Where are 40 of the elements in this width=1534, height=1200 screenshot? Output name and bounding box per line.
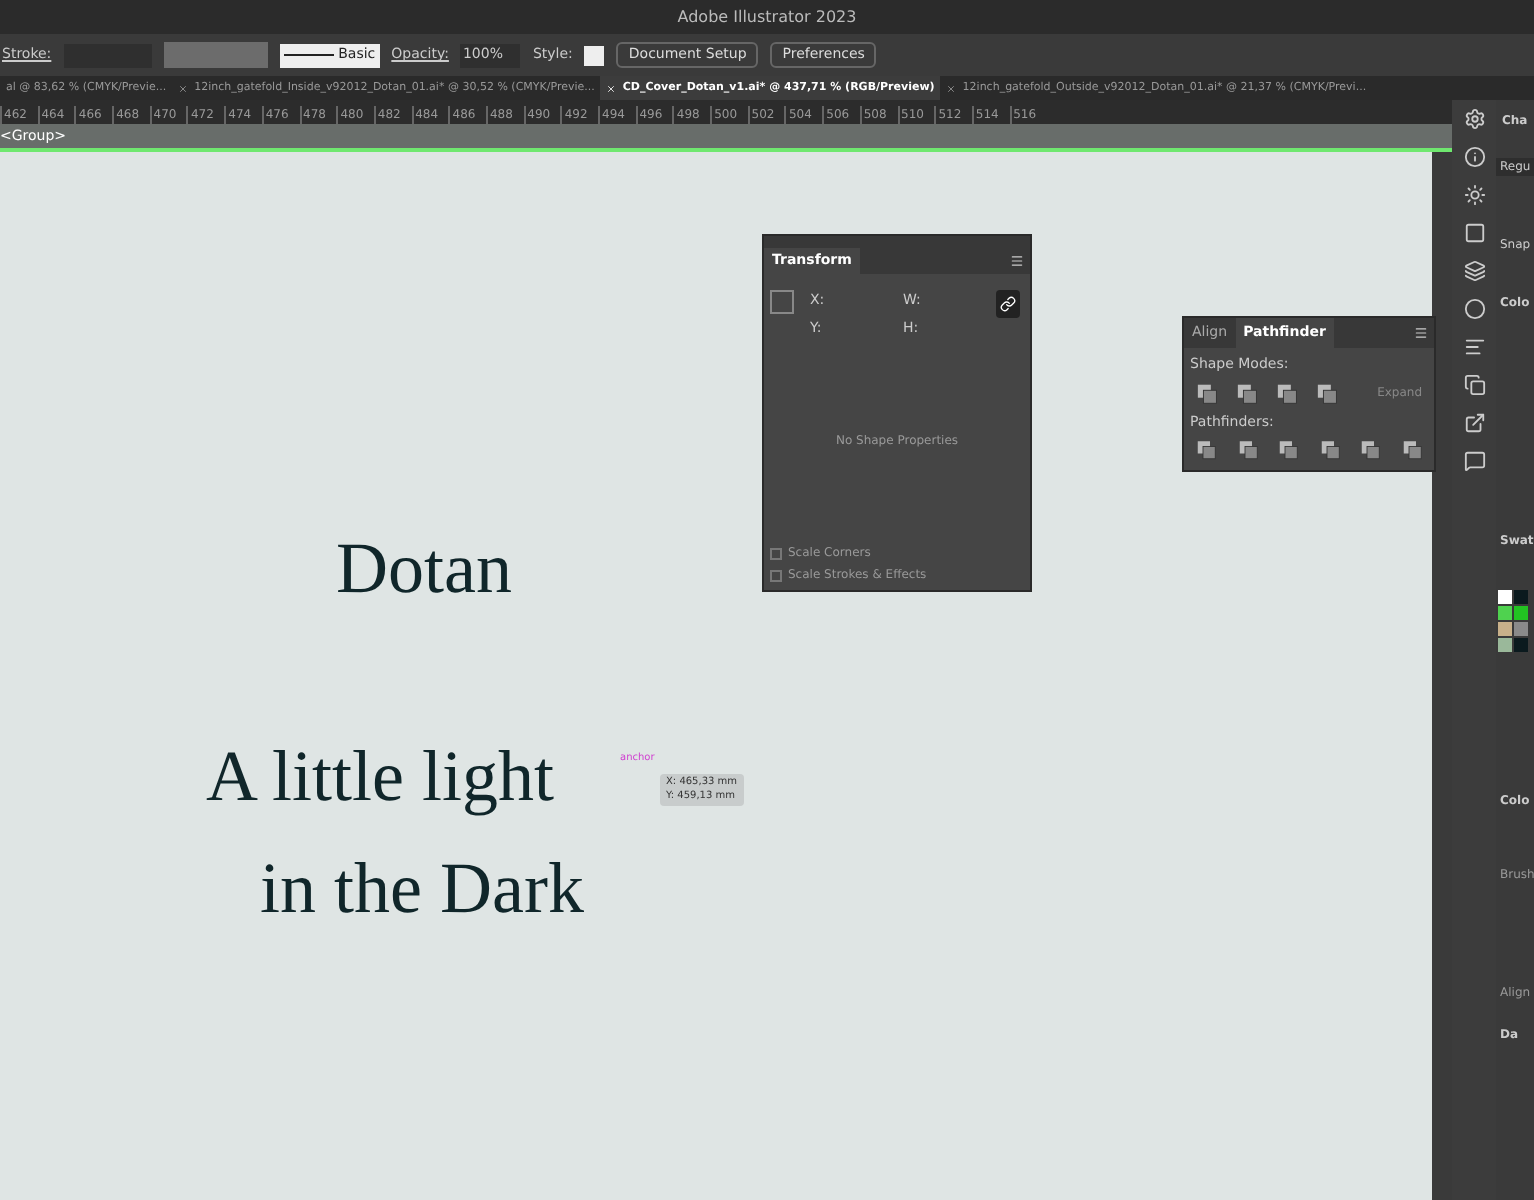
minus-back-icon[interactable]	[1401, 438, 1422, 462]
gear-icon[interactable]	[1463, 108, 1485, 130]
menu-icon[interactable]	[1010, 254, 1024, 268]
circle-icon[interactable]	[1463, 298, 1485, 320]
info-icon[interactable]	[1463, 146, 1485, 168]
crop-icon[interactable]	[1319, 438, 1340, 462]
vertical-scrollbar[interactable]	[1432, 152, 1452, 1200]
color-swatch[interactable]	[1498, 638, 1512, 652]
trim-icon[interactable]	[1237, 438, 1258, 462]
merge-icon[interactable]	[1278, 438, 1299, 462]
square-icon[interactable]	[1463, 222, 1485, 244]
pathfinder-icon[interactable]	[1463, 374, 1485, 396]
reference-point-icon[interactable]	[770, 290, 794, 314]
minus-front-icon[interactable]	[1236, 381, 1259, 405]
outline-icon[interactable]	[1360, 438, 1381, 462]
color-swatch[interactable]	[1514, 622, 1528, 636]
checkbox[interactable]	[770, 569, 782, 581]
artwork-text: in the Dark	[260, 848, 584, 928]
intersect-icon[interactable]	[1276, 381, 1299, 405]
divide-icon[interactable]	[1196, 438, 1217, 462]
color-swatch[interactable]	[1514, 638, 1528, 652]
color-swatch[interactable]	[1498, 590, 1512, 604]
color-swatch[interactable]	[1514, 590, 1528, 604]
color-swatch[interactable]	[1514, 606, 1528, 620]
link-icon[interactable]	[996, 290, 1020, 318]
color-swatch[interactable]	[1498, 622, 1512, 636]
sun-icon[interactable]	[1463, 184, 1485, 206]
export-icon[interactable]	[1463, 412, 1485, 434]
style-swatch[interactable]	[584, 45, 605, 65]
window-title: Adobe Illustrator 2023	[677, 5, 857, 29]
menu-icon[interactable]	[1414, 326, 1428, 340]
artwork-text: A little light	[206, 736, 555, 816]
exclude-icon[interactable]	[1316, 381, 1340, 405]
color-swatch[interactable]	[1498, 606, 1512, 620]
artwork-text: Dotan	[336, 528, 512, 608]
comment-icon[interactable]	[1463, 450, 1485, 472]
unite-icon[interactable]	[1196, 381, 1219, 405]
align-icon[interactable]	[1463, 336, 1485, 358]
checkbox[interactable]	[770, 547, 782, 559]
layers-icon[interactable]	[1463, 260, 1485, 282]
